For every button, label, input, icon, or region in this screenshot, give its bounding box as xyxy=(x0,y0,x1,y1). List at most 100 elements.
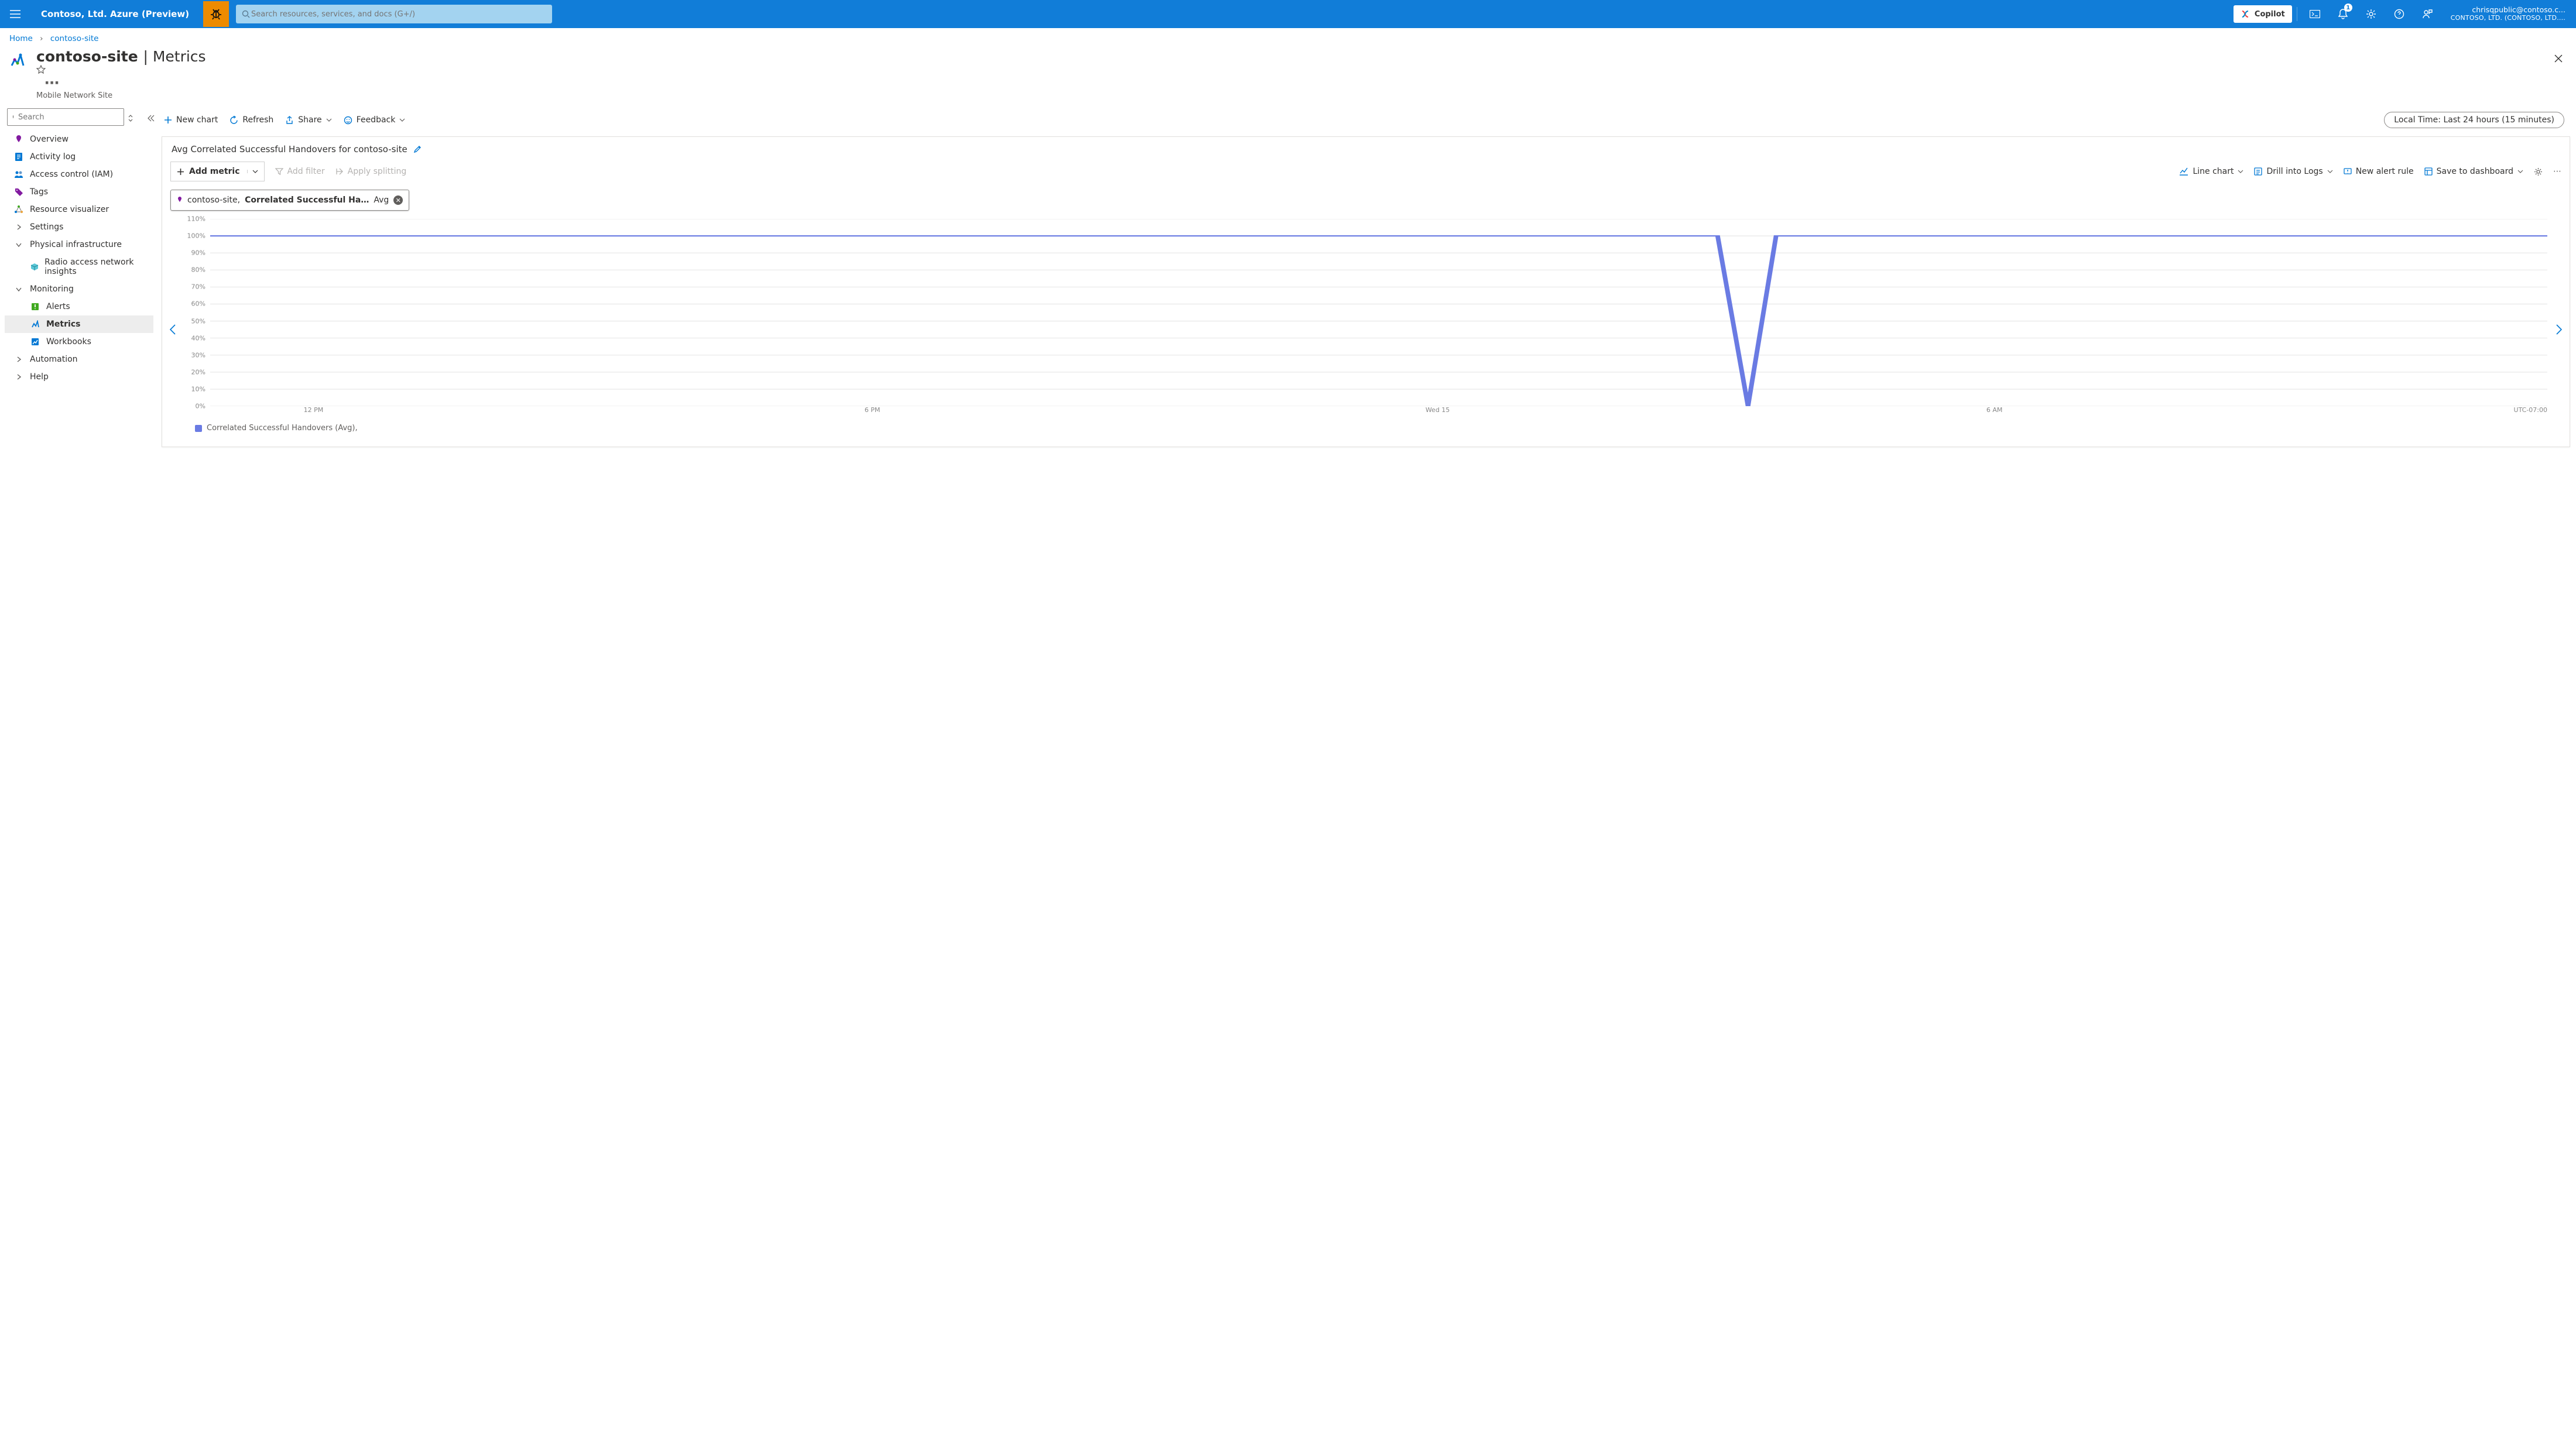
feedback-top-button[interactable] xyxy=(2414,0,2440,28)
global-search-box[interactable] xyxy=(236,5,552,23)
chevron-down-icon xyxy=(2517,170,2523,173)
edit-title-button[interactable] xyxy=(413,145,422,153)
line-chart-icon xyxy=(2179,167,2188,176)
pin-dashboard-icon xyxy=(2424,167,2433,176)
plus-icon xyxy=(177,168,184,176)
more-button[interactable]: ⋯ xyxy=(44,74,59,91)
split-icon xyxy=(335,167,344,176)
sidebar-item-automation[interactable]: Automation xyxy=(5,351,153,368)
close-blade-button[interactable] xyxy=(2554,54,2563,63)
tag-icon xyxy=(13,188,24,197)
cloud-shell-button[interactable] xyxy=(2302,0,2328,28)
y-tick-label: 40% xyxy=(191,334,205,342)
sidebar-item-overview[interactable]: Overview xyxy=(5,131,153,148)
add-filter-button[interactable]: Add filter xyxy=(275,167,325,176)
apply-splitting-button[interactable]: Apply splitting xyxy=(335,167,407,176)
time-range-button[interactable]: Local Time: Last 24 hours (15 minutes) xyxy=(2384,112,2564,128)
sidebar-item-tags[interactable]: Tags xyxy=(5,183,153,201)
add-metric-dropdown[interactable] xyxy=(247,170,258,173)
refresh-button[interactable]: Refresh xyxy=(229,115,273,125)
metric-card: Avg Correlated Successful Handovers for … xyxy=(162,136,2570,447)
drill-logs-button[interactable]: Drill into Logs xyxy=(2254,167,2332,176)
sidebar-search[interactable] xyxy=(7,108,124,126)
chart-more-button[interactable]: ⋯ xyxy=(2553,167,2561,176)
alert-icon xyxy=(30,303,40,311)
share-label: Share xyxy=(298,115,321,125)
settings-button[interactable] xyxy=(2358,0,2384,28)
top-bar: Contoso, Ltd. Azure (Preview) Copilot 1 … xyxy=(0,0,2576,28)
sidebar-item-workbooks[interactable]: Workbooks xyxy=(5,333,153,351)
hamburger-button[interactable] xyxy=(2,0,28,28)
metric-chip[interactable]: contoso-site, Correlated Successful Ha… … xyxy=(170,190,409,211)
chart-settings-button[interactable] xyxy=(2534,167,2543,176)
sidebar-item-help[interactable]: Help xyxy=(5,368,153,386)
breadcrumb-home[interactable]: Home xyxy=(9,34,33,43)
y-tick-label: 30% xyxy=(191,351,205,359)
global-search xyxy=(236,5,552,23)
sidebar-item-label: Resource visualizer xyxy=(30,205,109,214)
save-dashboard-label: Save to dashboard xyxy=(2437,167,2513,176)
chart-plot[interactable]: 110%100%90%80%70%60%50%40%30%20%10%0% xyxy=(210,219,2547,406)
sidebar-item-metrics[interactable]: Metrics xyxy=(5,315,153,333)
sidebar-item-resource-visualizer[interactable]: Resource visualizer xyxy=(5,201,153,218)
chart-type-label: Line chart xyxy=(2193,167,2234,176)
new-alert-button[interactable]: New alert rule xyxy=(2344,167,2414,176)
sidebar-expand-button[interactable] xyxy=(128,114,133,123)
logs-icon xyxy=(2254,167,2262,176)
save-dashboard-button[interactable]: Save to dashboard xyxy=(2424,167,2523,176)
pin-icon xyxy=(13,135,24,144)
chart-prev-button[interactable] xyxy=(166,215,180,443)
feedback-button[interactable]: Feedback xyxy=(344,115,406,125)
add-filter-label: Add filter xyxy=(287,167,325,176)
sidebar-item-label: Settings xyxy=(30,222,63,232)
favorite-button[interactable] xyxy=(36,65,217,74)
sidebar-item-monitoring[interactable]: Monitoring xyxy=(5,280,153,298)
sidebar-item-label: Monitoring xyxy=(30,284,74,294)
refresh-label: Refresh xyxy=(242,115,273,125)
sidebar-item-activity-log[interactable]: Activity log xyxy=(5,148,153,166)
hamburger-icon xyxy=(10,10,20,18)
bug-icon xyxy=(210,8,222,20)
share-button[interactable]: Share xyxy=(285,115,331,125)
help-button[interactable] xyxy=(2386,0,2412,28)
chart-type-button[interactable]: Line chart xyxy=(2179,167,2243,176)
plus-icon xyxy=(164,116,172,124)
chip-remove-button[interactable]: ✕ xyxy=(393,195,403,205)
brand-title[interactable]: Contoso, Ltd. Azure (Preview) xyxy=(30,9,200,19)
y-tick-label: 50% xyxy=(191,317,205,325)
chevron-right-icon xyxy=(13,373,24,380)
sidebar-item-physical-infrastructure[interactable]: Physical infrastructure xyxy=(5,236,153,253)
x-tick-label: Wed 15 xyxy=(1426,406,1450,414)
sidebar-item-radio-access-network-insights[interactable]: Radio access network insights xyxy=(5,253,153,280)
cloud-shell-icon xyxy=(2310,10,2320,18)
copilot-button[interactable]: Copilot xyxy=(2234,5,2292,23)
resource-name: contoso-site xyxy=(36,48,138,65)
star-icon xyxy=(36,65,46,74)
legend-swatch xyxy=(195,425,202,432)
chevron-double-left-icon xyxy=(148,115,155,122)
breadcrumb-item[interactable]: contoso-site xyxy=(50,34,99,43)
global-search-input[interactable] xyxy=(250,9,546,19)
page-title: contoso-site | Metrics ⋯ xyxy=(36,48,217,91)
add-metric-button[interactable]: Add metric xyxy=(170,162,265,181)
chip-metric: Correlated Successful Ha… xyxy=(245,195,369,205)
log-icon xyxy=(13,152,24,162)
account-menu[interactable]: chrisqpublic@contoso.c... CONTOSO, LTD. … xyxy=(2443,6,2574,22)
share-icon xyxy=(285,116,294,125)
add-metric-label: Add metric xyxy=(189,167,240,176)
sidebar-item-access-control-iam-[interactable]: Access control (IAM) xyxy=(5,166,153,183)
chevron-down-icon xyxy=(2327,170,2333,173)
chevron-down-icon xyxy=(252,170,258,173)
sidebar-item-alerts[interactable]: Alerts xyxy=(5,298,153,315)
sidebar-search-input[interactable] xyxy=(17,112,119,122)
chart-next-button[interactable] xyxy=(2552,215,2566,443)
x-tick-label: 12 PM xyxy=(304,406,324,414)
sidebar-item-settings[interactable]: Settings xyxy=(5,218,153,236)
new-chart-button[interactable]: New chart xyxy=(164,115,218,125)
pin-icon xyxy=(177,196,183,204)
page-subtitle: Mobile Network Site xyxy=(36,91,217,100)
preview-bug-button[interactable] xyxy=(203,1,229,27)
notifications-button[interactable]: 1 xyxy=(2330,0,2356,28)
sidebar-collapse-button[interactable] xyxy=(148,115,155,122)
sidebar-item-label: Metrics xyxy=(46,320,80,329)
